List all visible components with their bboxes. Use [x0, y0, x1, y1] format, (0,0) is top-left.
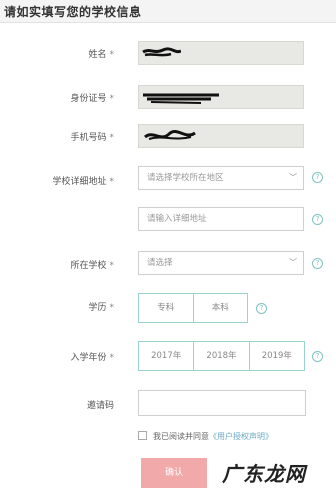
- redaction-scribble: [143, 93, 219, 104]
- help-symbol: ?: [315, 173, 320, 181]
- agreement-checkbox[interactable]: [138, 431, 147, 440]
- address-label: 学校详细地址 *: [6, 174, 114, 187]
- year-option-2017[interactable]: 2017年: [139, 342, 195, 370]
- id-label: 身份证号 *: [6, 91, 114, 104]
- id-number-field[interactable]: [138, 85, 304, 109]
- required-mark: *: [109, 50, 115, 60]
- name-label-text: 姓名: [88, 50, 107, 60]
- page-title: 请如实填写您的学校信息: [4, 5, 142, 19]
- region-select-placeholder: 请选择学校所在地区: [147, 173, 224, 183]
- watermark: 广东龙网: [212, 454, 328, 492]
- name-label: 姓名 *: [6, 47, 114, 60]
- invite-label: 邀请码: [6, 398, 114, 411]
- redaction-scribble: [142, 47, 181, 57]
- address-label-text: 学校详细地址: [52, 177, 107, 187]
- help-symbol: ?: [315, 259, 320, 267]
- education-option-bachelor[interactable]: 本科: [194, 294, 248, 322]
- agreement-text: 我已阅读并同意: [153, 432, 209, 441]
- education-label-text: 学历: [88, 303, 107, 313]
- year-option-2018[interactable]: 2018年: [194, 342, 250, 370]
- invite-label-text: 邀请码: [86, 401, 114, 411]
- help-symbol: ?: [315, 352, 320, 360]
- required-mark: *: [109, 94, 115, 104]
- education-label: 学历 *: [6, 300, 114, 313]
- phone-label: 手机号码 *: [6, 130, 114, 143]
- required-mark: *: [109, 177, 115, 187]
- year-label: 入学年份 *: [6, 350, 114, 363]
- education-selector: 专科 本科: [138, 293, 248, 323]
- detail-address-placeholder: 请输入详细地址: [147, 214, 207, 224]
- help-symbol: ?: [315, 215, 320, 223]
- school-label-text: 所在学校: [70, 261, 107, 271]
- year-label-text: 入学年份: [70, 353, 107, 363]
- required-mark: *: [109, 261, 115, 271]
- name-field[interactable]: [138, 41, 304, 65]
- detail-address-input[interactable]: 请输入详细地址: [138, 207, 304, 231]
- school-select[interactable]: 请选择 ﹀: [138, 251, 304, 275]
- redaction-scribble: [144, 129, 196, 140]
- invite-code-input[interactable]: [138, 390, 306, 416]
- phone-label-text: 手机号码: [70, 133, 107, 143]
- help-icon[interactable]: ?: [312, 351, 323, 362]
- region-select[interactable]: 请选择学校所在地区 ﹀: [138, 166, 304, 190]
- agreement-row: 我已阅读并同意《用户授权声明》: [138, 431, 273, 442]
- required-mark: *: [109, 133, 115, 143]
- help-icon[interactable]: ?: [312, 258, 323, 269]
- watermark-text: 广东龙网: [222, 462, 306, 486]
- chevron-down-icon: ﹀: [289, 258, 297, 267]
- school-select-placeholder: 请选择: [147, 258, 173, 268]
- phone-field[interactable]: [138, 124, 304, 148]
- school-label: 所在学校 *: [6, 258, 114, 271]
- page-header: 请如实填写您的学校信息: [0, 0, 336, 23]
- required-mark: *: [109, 353, 115, 363]
- chevron-down-icon: ﹀: [289, 173, 297, 182]
- id-label-text: 身份证号: [70, 94, 107, 104]
- confirm-button[interactable]: 确认: [141, 458, 207, 488]
- education-option-junior-college[interactable]: 专科: [139, 294, 194, 322]
- required-mark: *: [109, 303, 115, 313]
- year-selector: 2017年 2018年 2019年: [138, 341, 305, 371]
- help-icon[interactable]: ?: [312, 172, 323, 183]
- help-icon[interactable]: ?: [256, 303, 267, 314]
- help-symbol: ?: [259, 304, 264, 312]
- year-option-2019[interactable]: 2019年: [250, 342, 304, 370]
- help-icon[interactable]: ?: [312, 214, 323, 225]
- user-authorization-link[interactable]: 《用户授权声明》: [209, 432, 273, 441]
